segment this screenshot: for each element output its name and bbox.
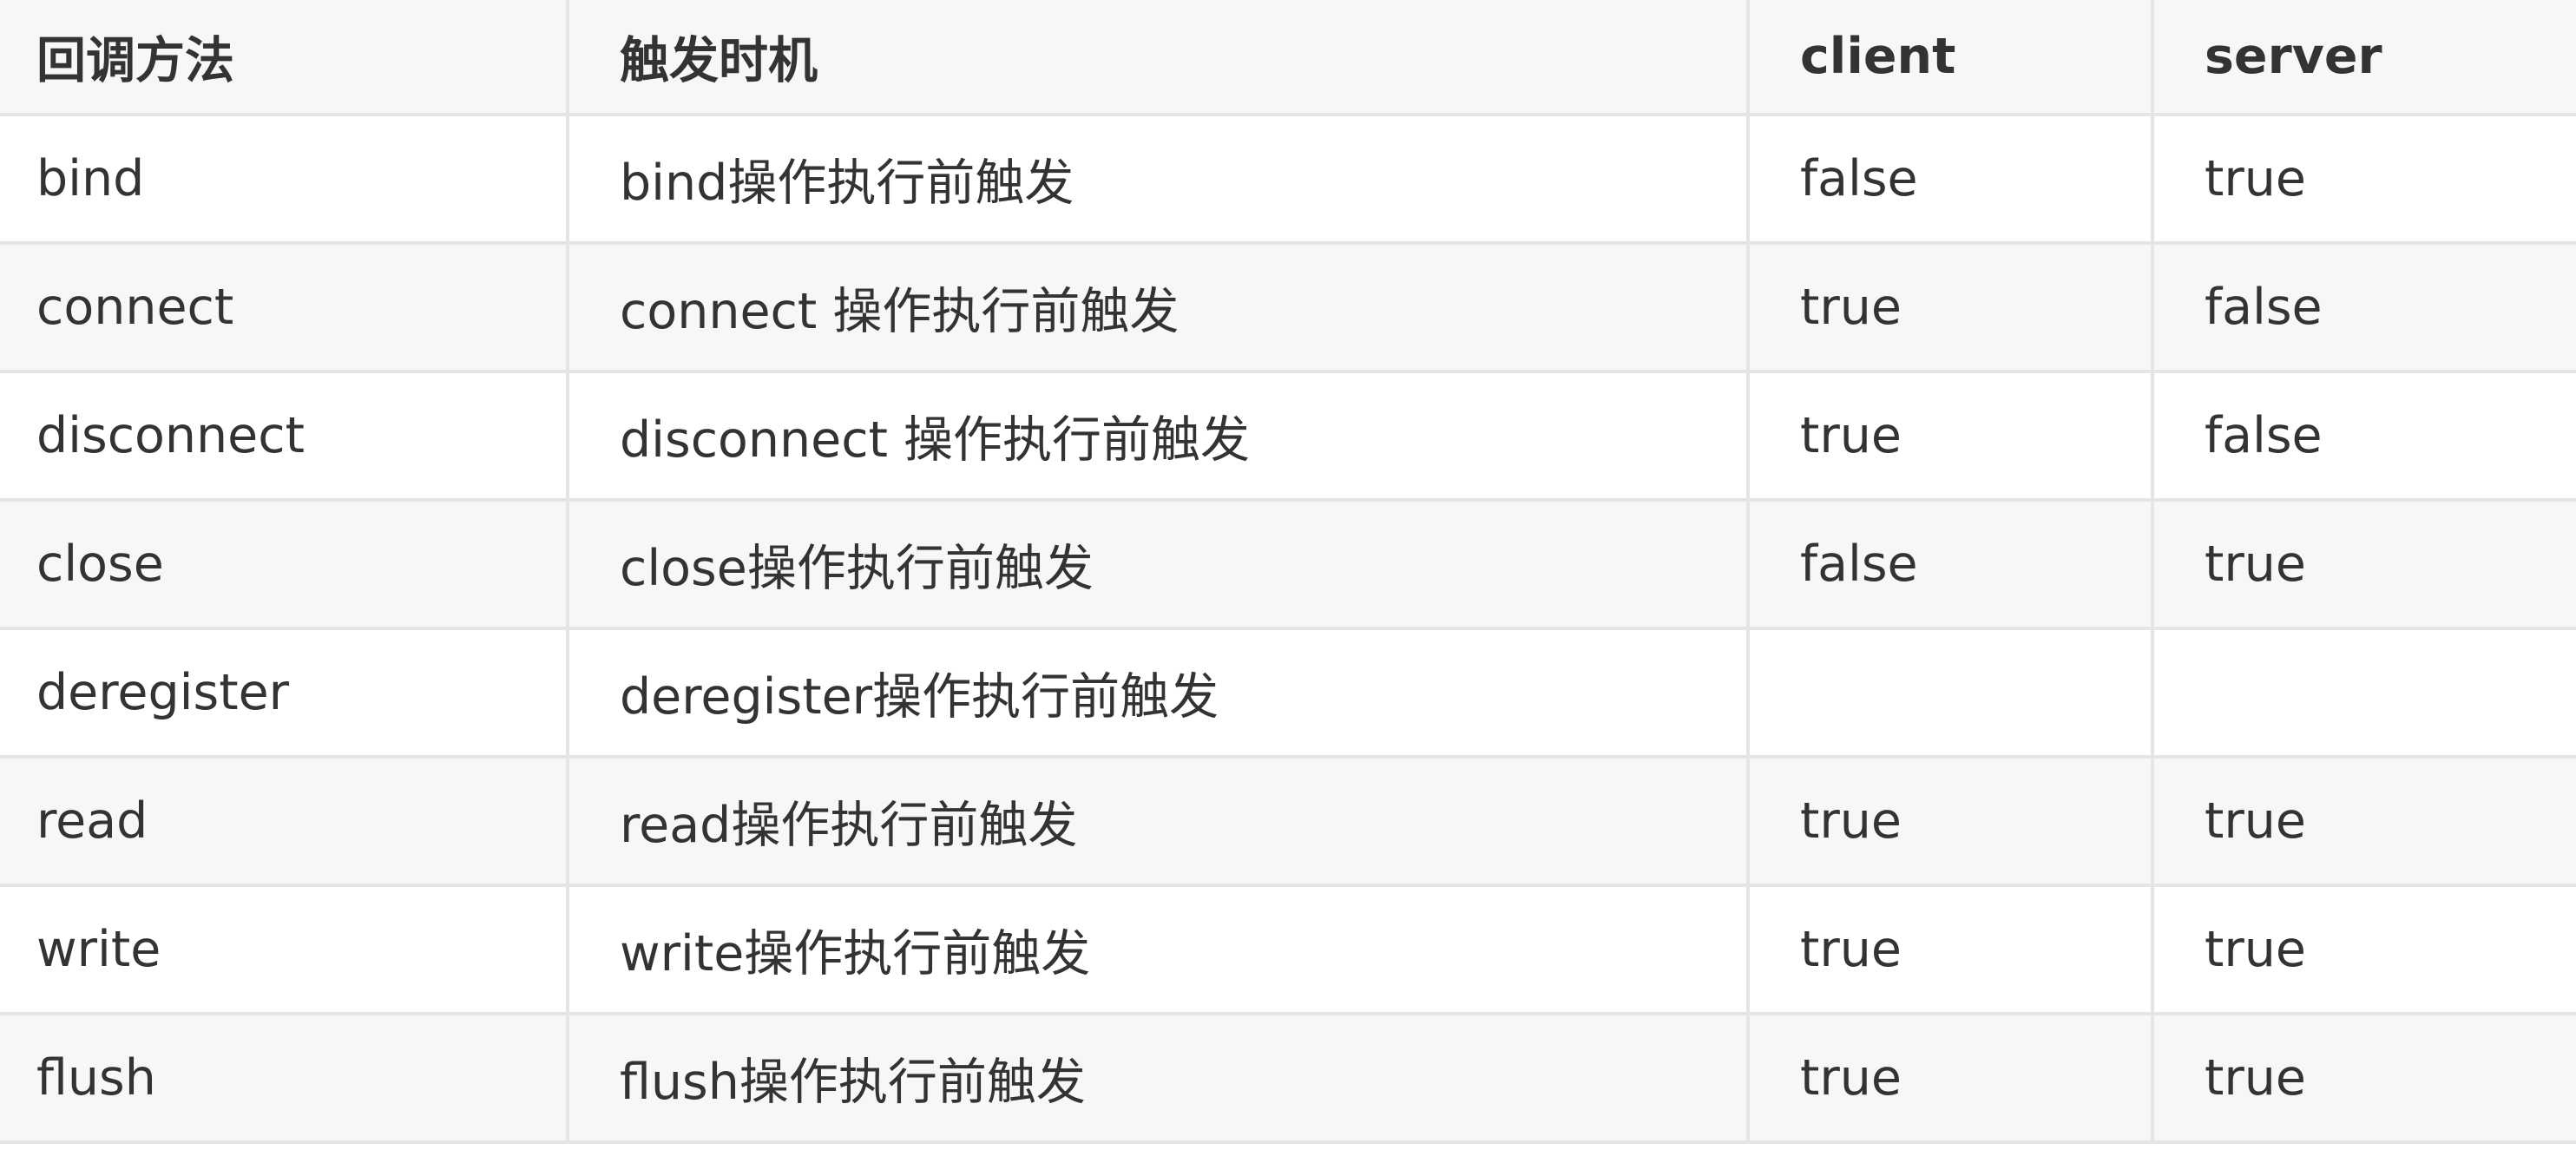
cell-client: true [1748,371,2154,502]
table-row: flush flush操作执行前触发 true true [0,1014,2576,1144]
cell-trigger: flush操作执行前触发 [568,1014,1750,1144]
cell-trigger: write操作执行前触发 [568,885,1750,1015]
table-row: read read操作执行前触发 true true [0,757,2576,887]
cell-server [2152,628,2576,759]
header-row: 回调方法 触发时机 client server [0,0,2576,116]
callback-table: 回调方法 触发时机 client server bind bind操作执行前触发… [0,0,2576,1144]
cell-method: read [0,757,569,887]
table-row: close close操作执行前触发 false true [0,500,2576,630]
table-container: 回调方法 触发时机 client server bind bind操作执行前触发… [0,0,2576,1163]
cell-method: flush [0,1014,569,1144]
cell-server: false [2152,371,2576,502]
cell-server: true [2152,115,2576,245]
table-row: bind bind操作执行前触发 false true [0,115,2576,245]
cell-server: true [2152,885,2576,1015]
table-header: 回调方法 触发时机 client server [0,0,2576,116]
cell-trigger: read操作执行前触发 [568,757,1750,887]
cell-server: true [2152,757,2576,887]
cell-trigger: deregister操作执行前触发 [568,628,1750,759]
cell-client: true [1748,243,2154,373]
cell-server: true [2152,500,2576,630]
cell-trigger: bind操作执行前触发 [568,115,1750,245]
cell-client: false [1748,500,2154,630]
cell-server: true [2152,1014,2576,1144]
header-client: client [1748,0,2154,116]
table-row: deregister deregister操作执行前触发 [0,628,2576,759]
cell-method: bind [0,115,569,245]
cell-method: close [0,500,569,630]
cell-trigger: connect 操作执行前触发 [568,243,1750,373]
table-row: disconnect disconnect 操作执行前触发 true false [0,371,2576,502]
header-trigger-timing: 触发时机 [568,0,1750,116]
cell-method: disconnect [0,371,569,502]
cell-trigger: close操作执行前触发 [568,500,1750,630]
cell-method: write [0,885,569,1015]
header-callback-method: 回调方法 [0,0,569,116]
cell-client: true [1748,885,2154,1015]
table-row: write write操作执行前触发 true true [0,885,2576,1015]
cell-client: false [1748,115,2154,245]
cell-trigger: disconnect 操作执行前触发 [568,371,1750,502]
cell-client [1748,628,2154,759]
cell-client: true [1748,1014,2154,1144]
table-row: connect connect 操作执行前触发 true false [0,243,2576,373]
cell-method: deregister [0,628,569,759]
cell-client: true [1748,757,2154,887]
cell-method: connect [0,243,569,373]
header-server: server [2152,0,2576,116]
table-body: bind bind操作执行前触发 false true connect conn… [0,115,2576,1144]
cell-server: false [2152,243,2576,373]
